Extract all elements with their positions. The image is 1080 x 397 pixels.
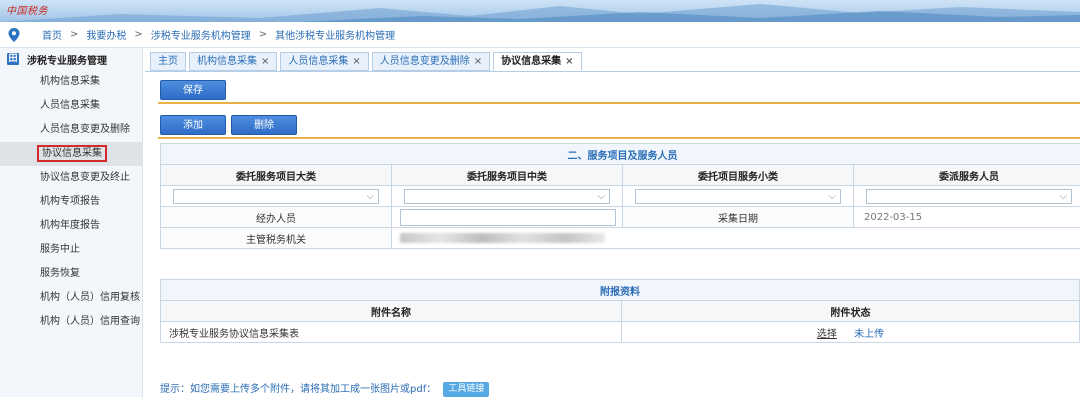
header-banner: 中国税务 [0, 0, 1080, 22]
service-items-table: 二、服务项目及服务人员 委托服务项目大类 委托服务项目中类 委托项目服务小类 委… [160, 143, 1080, 249]
attachments-table: 附报资料 附件名称 附件状态 涉税专业服务协议信息采集表 选择 未上传 [160, 279, 1080, 343]
sidebar-item-label: 机构专项报告 [40, 196, 100, 207]
category-minor-select[interactable]: ⌵ [635, 188, 841, 204]
category-middle-select[interactable]: ⌵ [404, 188, 610, 204]
chevron-down-icon: ⌵ [366, 190, 374, 202]
sidebar-item-agency-info[interactable]: 机构信息采集 [0, 70, 142, 94]
tab-label: 机构信息采集 [197, 56, 257, 67]
toolbar-divider [158, 102, 1080, 104]
tab-label: 人员信息采集 [288, 56, 349, 67]
breadcrumb-other-agency[interactable]: 其他涉税专业服务机构管理 [275, 27, 395, 42]
breadcrumb-separator: > [258, 29, 268, 40]
sidebar-title-label: 涉税专业服务管理 [27, 55, 107, 67]
column-header: 附件状态 [621, 300, 1080, 322]
breadcrumb-separator: > [134, 29, 143, 40]
sidebar-item-service-suspend[interactable]: 服务中止 [0, 238, 142, 262]
tab-home[interactable]: 主页 [150, 52, 186, 71]
breadcrumb: 首页 > 我要办税 > 涉税专业服务机构管理 > 其他涉税专业服务机构管理 [0, 22, 1080, 48]
location-pin-icon [8, 27, 20, 42]
sidebar-item-agreement-change[interactable]: 协议信息变更及终止 [0, 166, 142, 190]
sidebar-item-credit-review[interactable]: 机构（人员）信用复核 [0, 286, 142, 310]
handler-label: 经办人员 [160, 206, 392, 228]
tab-personnel-info[interactable]: 人员信息采集 × [280, 52, 369, 71]
upload-hint: 提示：如您需要上传多个附件，请将其加工成一张图片或pdf： 工具链接 [160, 380, 490, 397]
breadcrumb-home[interactable]: 首页 [42, 27, 62, 42]
tab-personnel-change[interactable]: 人员信息变更及删除 × [371, 52, 491, 71]
tab-bar: 主页 机构信息采集 × 人员信息采集 × 人员信息变更及删除 × 协议信息采集 × [150, 52, 582, 72]
tab-label: 人员信息变更及删除 [379, 56, 470, 67]
sidebar-item-credit-query[interactable]: 机构（人员）信用查询 [0, 310, 142, 334]
add-button[interactable]: 添加 [160, 115, 226, 135]
sidebar-item-special-report[interactable]: 机构专项报告 [0, 190, 142, 214]
close-icon[interactable]: × [565, 56, 573, 67]
close-icon[interactable]: × [474, 56, 482, 67]
breadcrumb-agency-management[interactable]: 涉税专业服务机构管理 [151, 27, 251, 42]
handler-input[interactable] [400, 208, 616, 226]
close-icon[interactable]: × [261, 56, 269, 67]
toolbar-divider [158, 137, 1080, 139]
save-button[interactable]: 保存 [160, 80, 226, 100]
upload-status: 未上传 [854, 328, 885, 340]
tab-agreement-info[interactable]: 协议信息采集 × [493, 52, 582, 71]
delete-button[interactable]: 删除 [231, 115, 297, 135]
close-icon[interactable]: × [352, 56, 360, 67]
column-header: 委托项目服务小类 [622, 164, 854, 186]
attachments-title: 附报资料 [160, 279, 1080, 301]
chevron-down-icon: ⌵ [828, 190, 836, 202]
grid-icon: 田 [7, 53, 19, 65]
column-header: 附件名称 [160, 300, 622, 322]
table-row: 涉税专业服务协议信息采集表 选择 未上传 [160, 321, 1080, 343]
tool-link-button[interactable]: 工具链接 [443, 381, 490, 397]
sidebar-item-agreement-info[interactable]: 协议信息采集 [0, 142, 142, 166]
sidebar-item-annual-report[interactable]: 机构年度报告 [0, 214, 142, 238]
sidebar-item-label: 人员信息采集 [40, 100, 100, 111]
sidebar-item-label: 机构（人员）信用复核 [40, 292, 140, 303]
tax-office-value-redacted [400, 232, 605, 243]
attachment-name: 涉税专业服务协议信息采集表 [160, 321, 622, 343]
column-header: 委派服务人员 [853, 164, 1080, 186]
sidebar-item-label: 机构信息采集 [40, 76, 100, 87]
sidebar-title[interactable]: 田 涉税专业服务管理 [0, 48, 142, 70]
column-header: 委托服务项目中类 [391, 164, 623, 186]
sidebar-item-personnel-info[interactable]: 人员信息采集 [0, 94, 142, 118]
sidebar-item-label: 协议信息采集 [37, 145, 107, 162]
breadcrumb-tax-handling[interactable]: 我要办税 [86, 27, 126, 42]
attachment-status-cell: 选择 未上传 [621, 321, 1080, 343]
tax-logo: 中国税务 [6, 6, 48, 17]
sidebar-item-label: 机构（人员）信用查询 [40, 316, 140, 327]
select-file-link[interactable]: 选择 [817, 329, 837, 340]
breadcrumb-separator: > [70, 29, 79, 40]
assigned-staff-select[interactable]: ⌵ [866, 188, 1072, 204]
collection-date: 2022-03-15 [853, 206, 1080, 228]
mountain-scenery [0, 4, 1080, 22]
hint-text: 提示：如您需要上传多个附件，请将其加工成一张图片或pdf： [160, 384, 437, 395]
tab-label: 协议信息采集 [501, 56, 562, 67]
chevron-down-icon: ⌵ [1059, 190, 1067, 202]
tab-agency-info[interactable]: 机构信息采集 × [189, 52, 278, 71]
sidebar-item-service-resume[interactable]: 服务恢复 [0, 262, 142, 286]
sidebar-item-label: 服务中止 [40, 244, 80, 255]
sidebar-item-label: 机构年度报告 [40, 220, 100, 231]
column-header: 委托服务项目大类 [160, 164, 392, 186]
sidebar-item-label: 人员信息变更及删除 [40, 124, 130, 135]
tax-office-label: 主管税务机关 [160, 227, 392, 249]
date-label: 采集日期 [622, 206, 854, 228]
chevron-down-icon: ⌵ [597, 190, 605, 202]
sidebar-item-personnel-change[interactable]: 人员信息变更及删除 [0, 118, 142, 142]
tab-divider [145, 71, 1080, 72]
sidebar-item-label: 协议信息变更及终止 [40, 172, 130, 183]
sidebar-item-label: 服务恢复 [40, 268, 80, 279]
category-major-select[interactable]: ⌵ [173, 188, 379, 204]
tab-label: 主页 [158, 56, 178, 67]
section-title: 二、服务项目及服务人员 [160, 143, 1080, 165]
sidebar: 田 涉税专业服务管理 机构信息采集 人员信息采集 人员信息变更及删除 协议信息采… [0, 48, 143, 397]
